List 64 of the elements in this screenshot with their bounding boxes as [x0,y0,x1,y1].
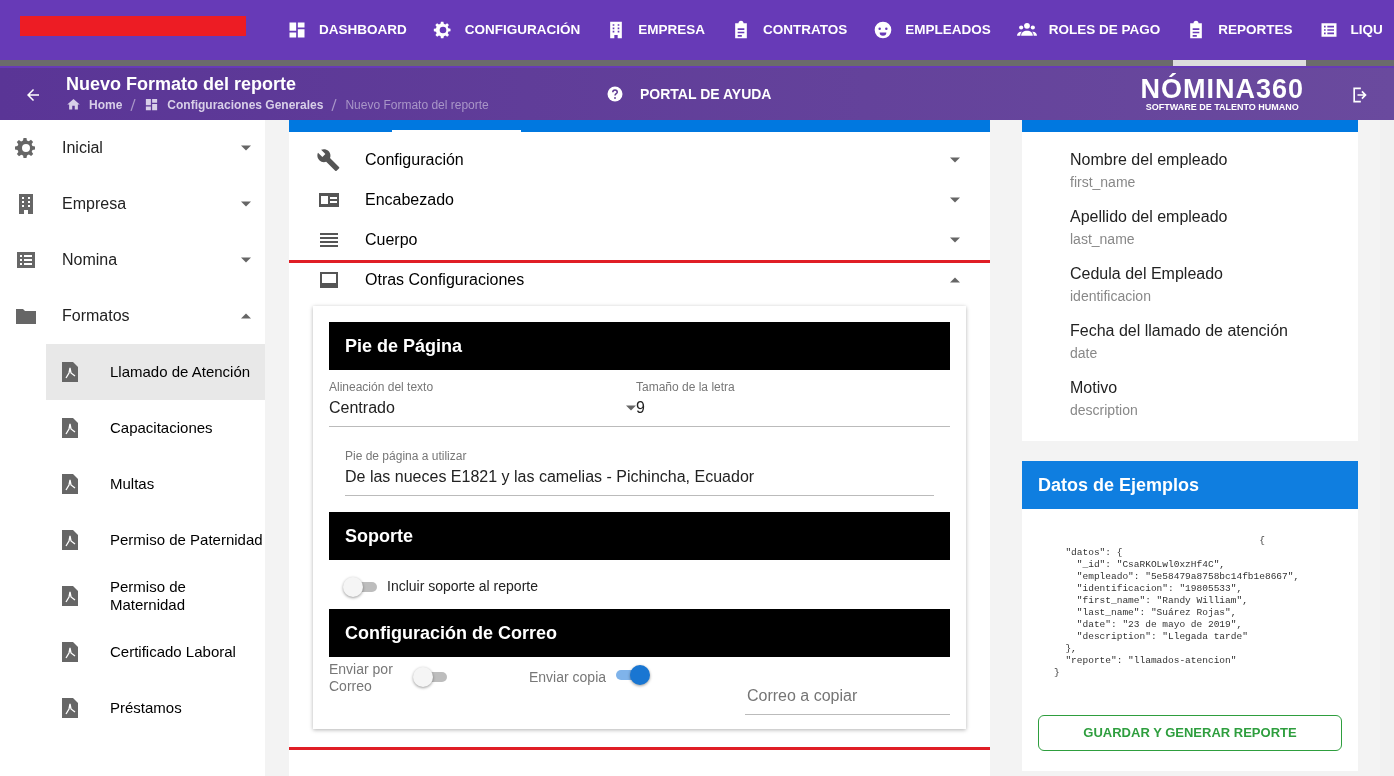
sample-json-text: { "datos": { "_id": "CsaRKOLwl0xzHf4C", "empleado": "5e58479a8758bc14fb1e8667", "identificacion": "19805533", "first_name": "Randy William", "last_name": "Suárez Rojas", "date": "23 de mayo de 2019", "description": "Llegada tarde" }, "reporte": "llamados-atencion" } [1053,534,1301,679]
wrench-icon [317,148,341,172]
section-title: Pie de Página [329,322,950,370]
caret-icon [241,257,251,263]
caret-icon [950,277,960,283]
toggle-switch[interactable] [614,665,651,685]
sidebar-item[interactable]: Permiso de Paternidad [46,512,265,568]
variable-key: first_name [1070,172,1358,193]
variable-name: Fecha del llamado de atención [1070,321,1289,341]
caret-icon [950,237,960,243]
sidebar-item[interactable]: Permiso de Maternidad [46,568,265,624]
caret-icon [950,157,960,163]
input-field[interactable]: Tamaño de la letra 9 [636,378,950,427]
sidebar-item[interactable]: Multas [46,456,265,512]
variable-key: date [1070,343,1358,364]
sidebar-item[interactable]: Inicial [0,120,265,176]
breadcrumb-separator [331,98,338,111]
face-icon [873,20,894,40]
toggle-switch[interactable] [413,667,449,687]
dashboard-icon [287,20,307,40]
breadcrumb-separator [130,98,137,111]
variable-name: Apellido del empleado [1070,207,1229,227]
dashboard-icon [144,97,160,113]
variable-key: last_name [1070,229,1358,250]
section-title: Configuración de Correo [329,609,950,657]
sidebar-item[interactable]: Capacitaciones [46,400,265,456]
variable-name: Nombre del empleado [1070,150,1229,170]
toggle-switch[interactable] [343,576,379,597]
sidebar-item[interactable]: Empresa [0,176,265,232]
input-field[interactable]: Pie de página a utilizar De las nueces E1821 y las camelias - Pichincha, Ecuador [345,447,934,496]
accordion-header[interactable]: Encabezado [289,180,990,220]
sidebar-item[interactable]: Formatos [0,288,265,344]
gear-icon [14,136,38,160]
accordion-header[interactable]: Otras Configuraciones [289,260,990,300]
variable-key: description [1070,400,1358,421]
toggle-label: Incluir soporte al reporte [387,577,538,596]
home-icon [66,97,81,113]
select-field[interactable]: Alineación del texto Centrado [329,378,636,427]
sidebar-item[interactable]: Préstamos [46,680,265,736]
variable-name: Motivo [1070,378,1119,398]
accordion-header[interactable]: Configuración [289,140,990,180]
breadcrumb-link[interactable]: Home [89,95,123,114]
panel-title: Datos de Ejemplos [1022,461,1358,509]
accordion-header[interactable]: Cuerpo [289,220,990,260]
page-title: Nuevo Formato del reporte [66,74,298,96]
variable-name: Cedula del Empleado [1070,264,1224,284]
caret-icon [241,313,251,319]
help-icon [606,85,624,103]
caret-icon [241,201,251,207]
sidebar-item[interactable]: Nomina [0,232,265,288]
breadcrumb-current: Nuevo Formato del reporte [345,96,489,114]
variable-key: identificacion [1070,286,1358,307]
breadcrumb-link[interactable]: Configuraciones Generales [167,95,324,114]
caret-icon [626,405,636,411]
toggle-label: Enviar por Correo [329,661,394,695]
caret-icon [950,197,960,203]
gear-icon [432,20,453,40]
sidebar-item[interactable]: Llamado de Atención [46,344,265,400]
caret-icon [241,145,251,151]
toggle-label: Enviar copia [529,668,607,687]
section-title: Soporte [329,512,950,560]
brand-tagline: SOFTWARE DE TALENTO HUMANO [1144,103,1300,112]
help-link[interactable]: PORTAL DE AYUDA [606,83,772,105]
sidebar-item[interactable]: Certificado Laboral [46,624,265,680]
